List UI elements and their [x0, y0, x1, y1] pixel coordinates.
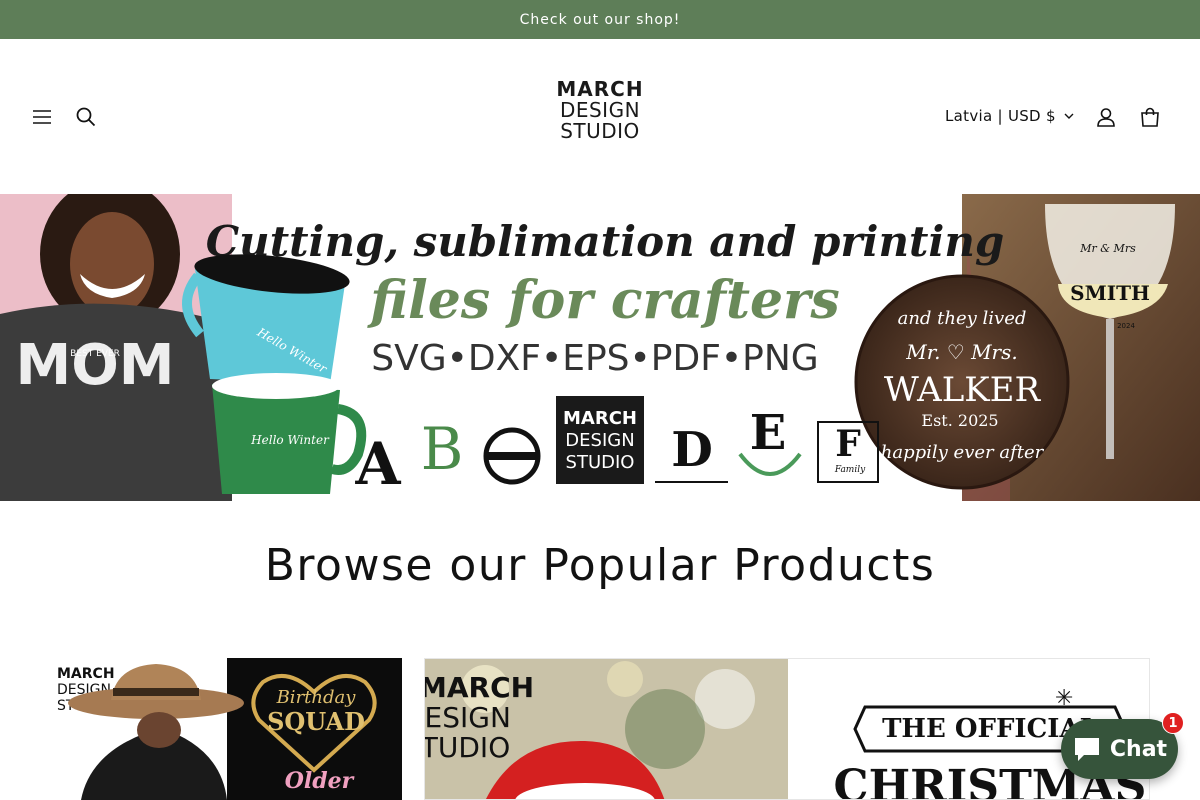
announcement-text[interactable]: Check out our shop!	[520, 12, 681, 28]
mug-text-2: Hello Winter	[250, 433, 330, 447]
plaque-surname: WALKER	[884, 370, 1042, 410]
product-brand1: MARCH	[425, 671, 534, 704]
hero-badge-line1: MARCH	[563, 408, 637, 429]
letter-d: D	[671, 422, 713, 478]
cart-icon[interactable]	[1128, 95, 1172, 139]
snowflake-icon: ✳	[1055, 686, 1073, 711]
letter-f: F	[835, 423, 861, 465]
menu-icon[interactable]	[20, 95, 64, 139]
family-text: Family	[834, 465, 866, 475]
product-image: MARCH DESIGN STUDIO Birthday SQUAD Older	[51, 658, 402, 800]
letter-a: A	[354, 430, 401, 498]
search-icon[interactable]	[64, 95, 108, 139]
hero-subhead: files for crafters	[366, 270, 839, 331]
hero-image: MOM BEST EVER Mr & Mrs SMITH 2024 and th…	[0, 194, 1200, 501]
site-logo[interactable]: MARCH DESIGN STUDIO	[520, 79, 680, 142]
locale-label: Latvia | USD $	[945, 107, 1056, 125]
product-script: Birthday	[276, 687, 357, 708]
country-currency-selector[interactable]: Latvia | USD $	[945, 105, 1074, 127]
product-brand1: MARCH	[57, 666, 115, 682]
hero-badge-line3: STUDIO	[566, 452, 635, 473]
logo-line2: DESIGN	[559, 98, 641, 122]
product-brand2: DESIGN	[425, 701, 511, 734]
product-older: Older	[285, 768, 355, 794]
glass-name: SMITH	[1070, 281, 1150, 305]
plaque-est: Est. 2025	[921, 411, 998, 430]
letter-b: B	[421, 415, 464, 483]
logo-line1: MARCH	[556, 77, 644, 101]
product-big: SQUAD	[267, 707, 365, 736]
letter-e: E	[750, 405, 787, 461]
shirt-text: MOM	[15, 333, 174, 398]
shirt-small-text: BEST EVER	[70, 349, 120, 359]
product-card[interactable]: MARCH DESIGN STUDIO THE OFFICIAL CHRISTM…	[424, 658, 1150, 800]
site-header: MARCH DESIGN STUDIO Latvia | USD $	[0, 39, 1200, 194]
chat-bubble-icon	[1074, 738, 1099, 761]
hero-banner[interactable]: MOM BEST EVER Mr & Mrs SMITH 2024 and th…	[0, 194, 1200, 501]
glass-small: Mr & Mrs	[1079, 242, 1136, 255]
plaque-top: and they lived	[898, 308, 1027, 329]
product-card[interactable]: MARCH DESIGN STUDIO Birthday SQUAD Older	[51, 658, 402, 800]
product-brand3: STUDIO	[425, 731, 510, 764]
logo-line3: STUDIO	[560, 119, 640, 143]
chat-notification-badge: 1	[1162, 712, 1184, 734]
product-image: MARCH DESIGN STUDIO THE OFFICIAL CHRISTM…	[425, 659, 1149, 799]
chat-button[interactable]: Chat	[1061, 719, 1178, 779]
plaque-names: Mr. ♡ Mrs.	[905, 340, 1018, 364]
announcement-bar[interactable]: Check out our shop!	[0, 0, 1200, 39]
hero-formats: SVG•DXF•EPS•PDF•PNG	[371, 338, 818, 379]
chevron-down-icon	[1064, 113, 1074, 119]
plaque-bottom: happily ever after	[881, 442, 1045, 463]
section-title: Browse our Popular Products	[264, 540, 936, 591]
glass-est: 2024	[1117, 322, 1135, 330]
chat-label: Chat	[1109, 736, 1168, 762]
account-icon[interactable]	[1084, 95, 1128, 139]
hero-badge-line2: DESIGN	[565, 430, 634, 451]
hero-headline: Cutting, sublimation and printing	[206, 217, 1005, 266]
